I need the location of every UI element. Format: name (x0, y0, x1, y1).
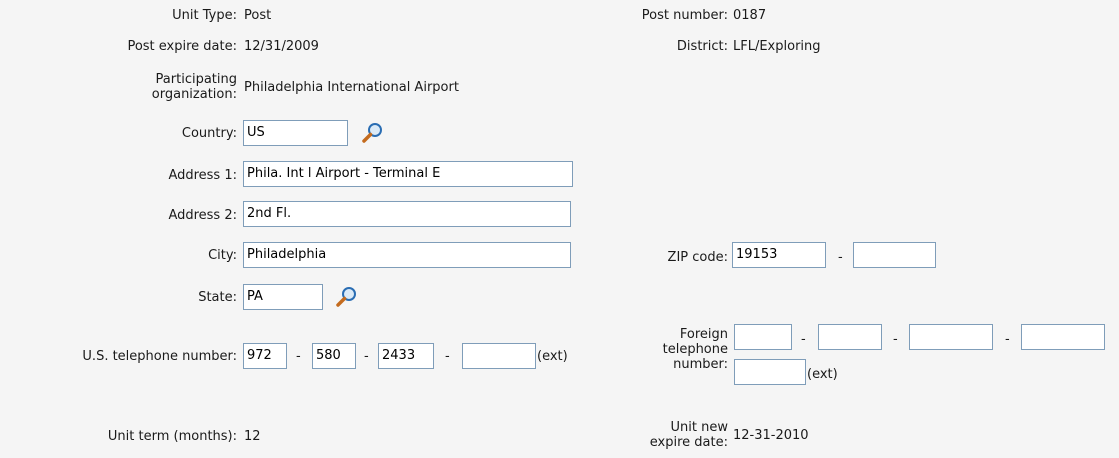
phone-separator: - (445, 349, 450, 364)
post-number-label: Post number: (641, 8, 728, 23)
city-input[interactable]: Philadelphia (243, 242, 571, 268)
foreign-phone-label-line3: number: (673, 357, 728, 372)
foreign-phone-part4-input[interactable] (1021, 324, 1105, 350)
us-phone-label: U.S. telephone number: (82, 349, 237, 364)
foreign-phone-label-line1: Foreign (679, 327, 728, 342)
state-label: State: (198, 290, 237, 305)
participating-org-label-line2: organization: (151, 87, 237, 102)
address2-label: Address 2: (168, 208, 237, 223)
magnifier-icon[interactable] (361, 121, 385, 145)
foreign-phone-part2-input[interactable] (818, 324, 882, 350)
zip-label: ZIP code: (667, 250, 728, 265)
new-expire-label-line2: expire date: (649, 435, 728, 450)
phone-separator: - (364, 349, 369, 364)
foreign-phone-part1-input[interactable] (734, 324, 792, 350)
unit-term-value: 12 (244, 429, 261, 444)
address1-label: Address 1: (168, 168, 237, 183)
post-number-value: 0187 (733, 8, 767, 23)
post-expire-label: Post expire date: (127, 39, 237, 54)
address2-input[interactable]: 2nd Fl. (243, 201, 571, 227)
new-expire-label: Unit new expire date: (650, 420, 728, 450)
participating-org-value: Philadelphia International Airport (244, 80, 459, 95)
us-phone-area-input[interactable]: 972 (243, 343, 287, 369)
district-label: District: (676, 39, 728, 54)
participating-org-label-line1: Participating (155, 72, 237, 87)
new-expire-label-line1: Unit new (670, 420, 728, 435)
magnifier-icon[interactable] (335, 285, 359, 309)
phone-separator: - (801, 332, 806, 347)
foreign-phone-part3-input[interactable] (909, 324, 993, 350)
foreign-phone-label: Foreign telephone number: (663, 327, 728, 372)
unit-term-label: Unit term (months): (107, 429, 237, 444)
country-input[interactable]: US (243, 120, 348, 146)
phone-separator: - (1005, 332, 1010, 347)
state-input[interactable]: PA (243, 284, 323, 310)
us-phone-prefix-input[interactable]: 580 (312, 343, 356, 369)
address1-input[interactable]: Phila. Int l Airport - Terminal E (243, 161, 573, 187)
foreign-phone-ext-label: (ext) (807, 367, 838, 382)
city-label: City: (208, 248, 237, 263)
us-phone-line-input[interactable]: 2433 (378, 343, 434, 369)
unit-type-value: Post (244, 8, 272, 23)
new-expire-value: 12-31-2010 (733, 428, 809, 443)
participating-org-label: Participating organization: (152, 72, 237, 102)
phone-separator: - (893, 332, 898, 347)
zip-separator: - (838, 250, 843, 265)
country-label: Country: (181, 126, 237, 141)
post-expire-value: 12/31/2009 (244, 39, 319, 54)
us-phone-ext-input[interactable] (462, 343, 536, 369)
zip-input[interactable]: 19153 (732, 242, 826, 268)
foreign-phone-ext-input[interactable] (734, 359, 806, 385)
zip-ext-input[interactable] (853, 242, 936, 268)
phone-separator: - (296, 349, 301, 364)
district-value: LFL/Exploring (733, 39, 821, 54)
foreign-phone-label-line2: telephone (662, 342, 728, 357)
unit-type-label: Unit Type: (172, 8, 237, 23)
us-phone-ext-label: (ext) (537, 349, 568, 364)
